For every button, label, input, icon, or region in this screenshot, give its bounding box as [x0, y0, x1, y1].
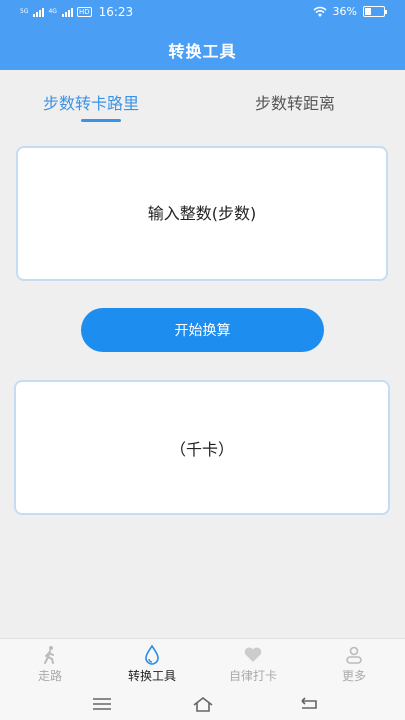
tab-steps-to-calories[interactable]: 步数转卡路里 [43, 90, 139, 114]
result-text: （千卡） [169, 439, 234, 459]
battery-percent: 36% [332, 5, 357, 18]
signal-4g-label: 4G [48, 8, 57, 15]
nav-item-convert-tool[interactable]: 转换工具 [112, 645, 192, 684]
calculate-button[interactable]: 开始换算 [81, 308, 324, 352]
bottom-nav: 走路 转换工具 自律打卡 更多 [0, 638, 405, 688]
active-tab-indicator [81, 119, 121, 122]
steps-input-card [16, 146, 388, 281]
nav-label: 转换工具 [127, 669, 176, 683]
water-drop-icon [145, 645, 159, 665]
signal-5g-label: 5G [20, 8, 29, 15]
user-icon [346, 646, 362, 664]
menu-icon[interactable] [91, 694, 113, 714]
steps-input[interactable] [18, 204, 386, 223]
wifi-icon [313, 6, 327, 17]
nav-label: 更多 [341, 669, 366, 683]
nav-label: 走路 [37, 669, 62, 683]
signal-bars-icon [33, 7, 45, 17]
nav-label: 自律打卡 [228, 669, 277, 683]
home-icon[interactable] [192, 694, 214, 714]
nav-item-more[interactable]: 更多 [314, 645, 394, 684]
status-bar: 5G 4G HD 16:23 36% [0, 0, 405, 24]
back-icon[interactable] [298, 694, 320, 714]
walking-person-icon [44, 646, 54, 664]
battery-icon [363, 6, 387, 17]
app-header: 5G 4G HD 16:23 36% 转换工具 [0, 0, 405, 70]
nav-item-checkin[interactable]: 自律打卡 [213, 645, 293, 684]
page-title: 转换工具 [168, 42, 237, 61]
tab-bar: 步数转卡路里 步数转距离 [0, 70, 405, 130]
status-left: 5G 4G HD 16:23 [20, 5, 133, 19]
hd-badge: HD [76, 7, 92, 17]
status-right: 36% [313, 5, 387, 18]
heart-icon [244, 647, 262, 662]
nav-item-walk[interactable]: 走路 [10, 645, 90, 684]
signal-bars-icon [61, 7, 73, 17]
battery-level [365, 8, 371, 15]
system-nav-bar [0, 688, 405, 720]
result-card: （千卡） [14, 380, 390, 515]
status-time: 16:23 [98, 5, 134, 19]
tab-steps-to-distance[interactable]: 步数转距离 [255, 90, 335, 114]
